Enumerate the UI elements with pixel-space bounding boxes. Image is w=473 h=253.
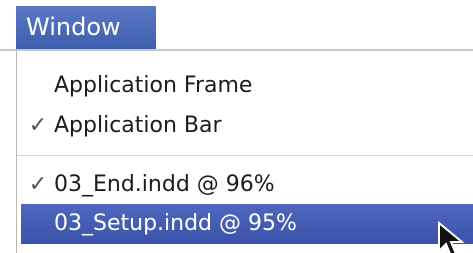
menu-item-03-end-document[interactable]: ✓ 03_End.indd @ 96%	[17, 166, 473, 204]
checkmark-icon: ✓	[28, 113, 48, 138]
arrow-cursor-icon	[438, 220, 465, 253]
menu-item-label: 03_End.indd @ 96%	[54, 172, 275, 197]
checkmark-icon: ✓	[28, 172, 48, 197]
window-menu-dropdown: Application Frame ✓ Application Bar ✓ 03…	[16, 51, 473, 253]
menu-separator	[17, 155, 473, 156]
menu-item-03-setup-document[interactable]: 03_Setup.indd @ 95%	[21, 204, 473, 244]
menu-item-application-bar[interactable]: ✓ Application Bar	[17, 107, 473, 145]
window-menu-title-label: Window	[26, 13, 121, 41]
window-menu-title[interactable]: Window	[16, 6, 156, 49]
menu-item-label: Application Frame	[54, 73, 253, 98]
menu-item-label: 03_Setup.indd @ 95%	[54, 211, 297, 236]
menu-item-application-frame[interactable]: Application Frame	[17, 67, 473, 105]
screen: Window Application Frame ✓ Application B…	[0, 0, 473, 253]
menu-item-label: Application Bar	[54, 113, 222, 138]
